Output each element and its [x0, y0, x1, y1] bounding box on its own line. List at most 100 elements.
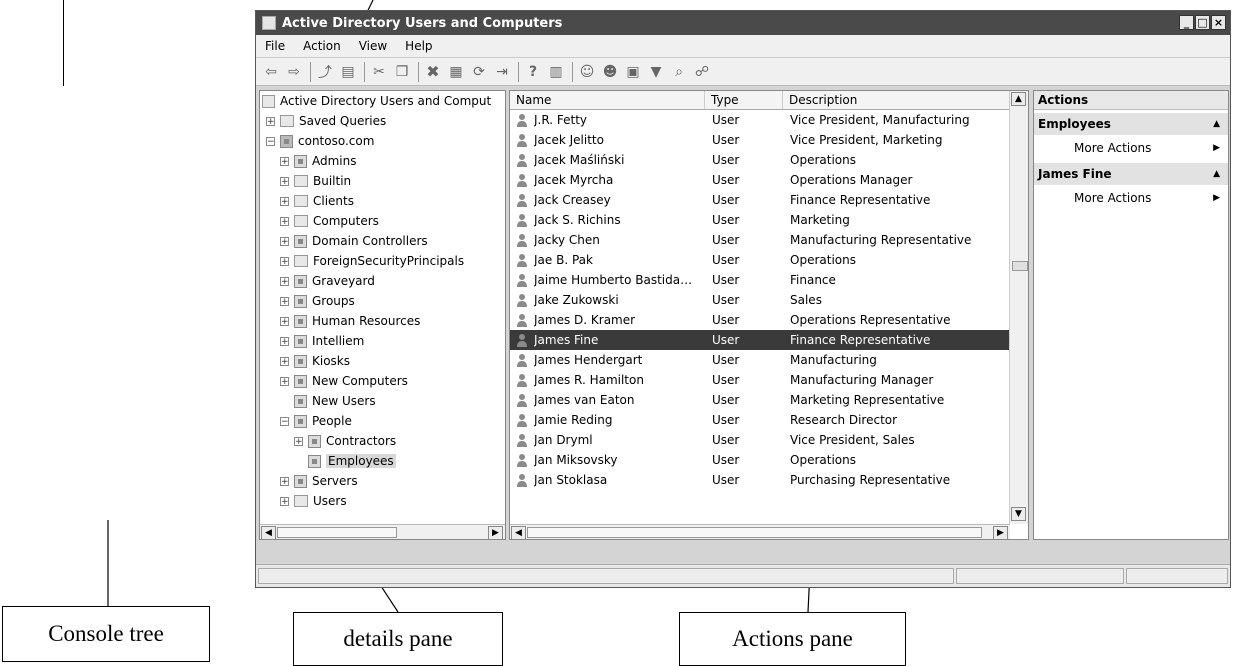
expand-icon[interactable]: + — [280, 296, 289, 306]
table-row[interactable]: Jan Miksovsky User Operations — [510, 450, 1010, 470]
back-icon[interactable]: ⇦ — [262, 63, 280, 81]
tree-item[interactable]: + Groups — [280, 291, 355, 311]
details-vertical-scrollbar[interactable]: ▲ ▼ — [1009, 91, 1028, 524]
tree-item[interactable]: − contoso.com — [266, 131, 374, 151]
collapse-icon[interactable]: − — [266, 136, 275, 146]
title-bar[interactable]: Active Directory Users and Computers _ □… — [256, 11, 1230, 35]
expand-icon[interactable]: + — [266, 116, 275, 126]
table-row[interactable]: Jacek Maśliński User Operations — [510, 150, 1010, 170]
table-row[interactable]: Jake Zukowski User Sales — [510, 290, 1010, 310]
table-row[interactable]: Jacky Chen User Manufacturing Representati… — [510, 230, 1010, 250]
cut-icon[interactable]: ✂ — [370, 63, 388, 81]
scroll-down-icon[interactable]: ▼ — [1011, 507, 1026, 521]
table-row[interactable]: Jan Stoklasa User Purchasing Representativ… — [510, 470, 1010, 490]
expand-icon[interactable]: + — [280, 476, 289, 486]
table-row[interactable]: Jacek Myrcha User Operations Manager — [510, 170, 1010, 190]
filter-icon[interactable]: ▼ — [647, 63, 665, 81]
tree-item[interactable]: + Users — [280, 491, 347, 511]
tree-item[interactable]: − People — [280, 411, 352, 431]
expand-icon[interactable]: + — [280, 256, 289, 266]
tree-root[interactable]: Active Directory Users and Comput — [262, 91, 491, 111]
tree-item[interactable]: + Builtin — [280, 171, 351, 191]
table-row[interactable]: James van Eaton User Marketing Representat… — [510, 390, 1010, 410]
find-icon[interactable]: ⌕ — [670, 63, 688, 81]
up-level-icon[interactable]: ⤴ — [316, 63, 334, 81]
action-pane-icon[interactable]: ▥ — [547, 63, 565, 81]
scroll-left-icon[interactable]: ◀ — [261, 526, 276, 539]
h-scroll-thumb[interactable] — [527, 527, 982, 538]
table-row[interactable]: James Fine User Finance Representative — [510, 330, 1010, 350]
table-row[interactable]: James R. Hamilton User Manufacturing Manag… — [510, 370, 1010, 390]
collapse-up-icon[interactable]: ▲ — [1213, 113, 1220, 135]
expand-icon[interactable]: + — [280, 496, 289, 506]
expand-icon[interactable]: + — [280, 276, 289, 286]
table-row[interactable]: James Hendergart User Manufacturing — [510, 350, 1010, 370]
scroll-thumb[interactable] — [1012, 261, 1028, 271]
new-group-icon[interactable]: ☻ — [601, 63, 619, 81]
expand-icon[interactable]: + — [280, 316, 289, 326]
expand-icon[interactable]: + — [280, 356, 289, 366]
column-header-name[interactable]: Name — [510, 91, 705, 109]
scroll-up-icon[interactable]: ▲ — [1011, 92, 1026, 106]
actions-section-james-fine[interactable]: James Fine ▲ — [1034, 163, 1228, 185]
scroll-right-icon[interactable]: ▶ — [488, 526, 503, 539]
h-scroll-thumb[interactable] — [277, 527, 397, 538]
table-row[interactable]: Jaime Humberto Bastida… User Finance — [510, 270, 1010, 290]
tree-item[interactable]: + Clients — [280, 191, 354, 211]
new-user-icon[interactable]: ☺ — [578, 63, 596, 81]
delete-icon[interactable]: ✖ — [424, 62, 442, 81]
details-horizontal-scrollbar[interactable]: ◀ ▶ — [510, 524, 1010, 539]
table-row[interactable]: Jack S. Richins User Marketing — [510, 210, 1010, 230]
more-actions-james-fine[interactable]: More Actions ▶ — [1034, 187, 1228, 209]
expand-icon[interactable]: + — [280, 236, 289, 246]
table-row[interactable]: J.R. Fetty User Vice President, Manufactur… — [510, 110, 1010, 130]
tree-item[interactable]: New Users — [280, 391, 376, 411]
tree-item[interactable]: + Kiosks — [280, 351, 350, 371]
tree-item[interactable]: + Graveyard — [280, 271, 375, 291]
menu-file[interactable]: File — [256, 39, 294, 53]
properties-icon[interactable]: ▦ — [447, 63, 465, 81]
expand-icon[interactable]: + — [294, 436, 303, 446]
expand-icon[interactable]: + — [280, 376, 289, 386]
more-actions-employees[interactable]: More Actions ▶ — [1034, 137, 1228, 159]
tree-item[interactable]: + Contractors — [294, 431, 396, 451]
close-button[interactable]: × — [1211, 15, 1226, 30]
table-row[interactable]: James D. Kramer User Operations Representa… — [510, 310, 1010, 330]
tree-item[interactable]: Employees — [294, 451, 396, 471]
table-row[interactable]: Jamie Reding User Research Director — [510, 410, 1010, 430]
actions-section-employees[interactable]: Employees ▲ — [1034, 113, 1228, 135]
tree-item[interactable]: + Human Resources — [280, 311, 420, 331]
table-row[interactable]: Jan Dryml User Vice President, Sales — [510, 430, 1010, 450]
collapse-up-icon[interactable]: ▲ — [1213, 163, 1220, 185]
table-row[interactable]: Jack Creasey User Finance Representative — [510, 190, 1010, 210]
tree-item[interactable]: + Admins — [280, 151, 357, 171]
column-header-type[interactable]: Type — [705, 91, 783, 109]
collapse-icon[interactable]: − — [280, 416, 289, 426]
menu-view[interactable]: View — [350, 39, 396, 53]
minimize-button[interactable]: _ — [1179, 15, 1194, 30]
tree-item[interactable]: + Saved Queries — [266, 111, 386, 131]
expand-icon[interactable]: + — [280, 176, 289, 186]
maximize-button[interactable]: □ — [1195, 15, 1210, 30]
menu-help[interactable]: Help — [396, 39, 441, 53]
column-header-description[interactable]: Description — [783, 91, 1010, 109]
help-icon[interactable]: ? — [524, 63, 542, 81]
expand-icon[interactable]: + — [280, 216, 289, 226]
expand-icon[interactable]: + — [280, 336, 289, 346]
scroll-left-icon[interactable]: ◀ — [511, 526, 526, 539]
copy-icon[interactable]: ❐ — [393, 63, 411, 81]
tree-item[interactable]: + Computers — [280, 211, 379, 231]
table-row[interactable]: Jacek Jelitto User Vice President, Marketi… — [510, 130, 1010, 150]
tree-item[interactable]: + Domain Controllers — [280, 231, 428, 251]
expand-icon[interactable]: + — [280, 196, 289, 206]
tree-item[interactable]: + Intelliem — [280, 331, 364, 351]
new-ou-icon[interactable]: ▣ — [624, 63, 642, 81]
scroll-right-icon[interactable]: ▶ — [993, 526, 1008, 539]
forward-icon[interactable]: ⇨ — [285, 63, 303, 81]
table-row[interactable]: Jae B. Pak User Operations — [510, 250, 1010, 270]
menu-action[interactable]: Action — [294, 39, 350, 53]
tree-item[interactable]: + New Computers — [280, 371, 408, 391]
refresh-icon[interactable]: ⟳ — [470, 63, 488, 81]
tree-item[interactable]: + Servers — [280, 471, 358, 491]
add-to-group-icon[interactable]: ☍ — [693, 63, 711, 81]
